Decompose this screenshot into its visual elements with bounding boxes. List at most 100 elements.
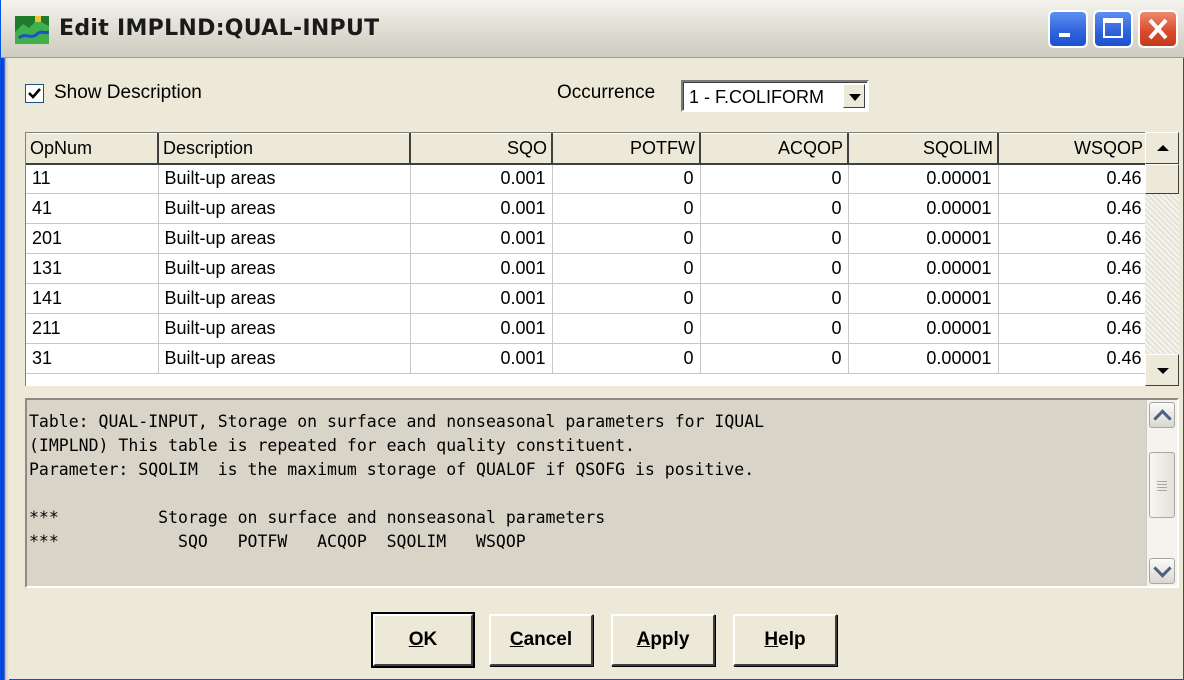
table-cell[interactable]: 0 (700, 253, 849, 284)
occurrence-value: 1 - F.COLIFORM (689, 87, 825, 107)
table-cell[interactable]: 0.001 (410, 343, 553, 374)
table-cell[interactable]: 0 (552, 343, 701, 374)
column-header[interactable]: WSQOP (998, 133, 1149, 165)
table-cell[interactable]: 0.00001 (848, 193, 999, 224)
table-cell[interactable]: 0.001 (410, 283, 553, 314)
window-left-border (1, 0, 9, 680)
table-cell[interactable]: Built-up areas (158, 223, 411, 254)
table-row: 141 Built-up areas 0.001 0 0 0.00001 0.4… (26, 283, 1149, 314)
table-cell[interactable]: Built-up areas (158, 163, 411, 194)
apply-button[interactable]: Apply (611, 614, 715, 666)
minimize-button[interactable] (1048, 10, 1088, 48)
table-cell[interactable]: 0.46 (998, 253, 1149, 284)
column-header[interactable]: SQO (410, 133, 553, 165)
table-cell[interactable]: 0.00001 (848, 343, 999, 374)
occurrence-dropdown[interactable]: 1 - F.COLIFORM (681, 80, 869, 112)
table-cell[interactable]: 0.001 (410, 223, 553, 254)
table-cell[interactable]: 0 (700, 313, 849, 344)
table-cell[interactable]: Built-up areas (158, 283, 411, 314)
scroll-thumb[interactable] (1149, 452, 1175, 518)
description-scrollbar[interactable] (1146, 400, 1177, 586)
table-cell[interactable]: 0 (700, 193, 849, 224)
table-cell[interactable]: 0.46 (998, 193, 1149, 224)
column-header[interactable]: SQOLIM (848, 133, 999, 165)
scroll-up-button[interactable] (1145, 132, 1179, 164)
edit-dialog-window: Edit IMPLND:QUAL-INPUT Show Description … (0, 0, 1184, 680)
table-cell[interactable]: Built-up areas (158, 343, 411, 374)
apply-mnemonic: A (636, 629, 651, 650)
table-cell[interactable]: 0.001 (410, 163, 553, 194)
table-cell[interactable]: 11 (26, 163, 159, 194)
table-cell[interactable]: 0 (552, 283, 701, 314)
table-cell[interactable]: 0 (700, 223, 849, 254)
table-cell[interactable]: 0.46 (998, 223, 1149, 254)
scroll-down-button[interactable] (1145, 354, 1179, 386)
table-cell[interactable]: 31 (26, 343, 159, 374)
ok-mnemonic: O (408, 629, 424, 650)
arrow-up-icon (1157, 145, 1169, 151)
minimize-icon (1059, 33, 1070, 37)
table-cell[interactable]: 0.00001 (848, 283, 999, 314)
table-cell[interactable]: Built-up areas (158, 313, 411, 344)
table-cell[interactable]: 0 (552, 313, 701, 344)
table-cell[interactable]: 0.00001 (848, 313, 999, 344)
table-cell[interactable]: Built-up areas (158, 253, 411, 284)
maximize-button[interactable] (1093, 10, 1133, 48)
description-text: Table: QUAL-INPUT, Storage on surface an… (29, 410, 764, 554)
table-cell[interactable]: 0.001 (410, 193, 553, 224)
checkmark-icon (28, 87, 41, 99)
table-cell[interactable]: 0.00001 (848, 223, 999, 254)
table-cell[interactable]: 0.001 (410, 253, 553, 284)
app-map-icon (15, 16, 49, 44)
table-cell[interactable]: 0 (700, 283, 849, 314)
table-cell[interactable]: 0 (700, 163, 849, 194)
table-cell[interactable]: 141 (26, 283, 159, 314)
table-cell[interactable]: 211 (26, 313, 159, 344)
table-cell[interactable]: 0.00001 (848, 253, 999, 284)
chevron-up-icon (1153, 409, 1172, 428)
close-button[interactable] (1138, 10, 1178, 48)
table-row: 11 Built-up areas 0.001 0 0 0.00001 0.46 (26, 163, 1149, 194)
grid-vertical-scrollbar[interactable] (1145, 132, 1179, 386)
table-cell[interactable]: 0 (552, 253, 701, 284)
scroll-down-button[interactable] (1149, 558, 1175, 584)
table-cell[interactable]: 0.46 (998, 343, 1149, 374)
table-row: 31 Built-up areas 0.001 0 0 0.00001 0.46 (26, 343, 1149, 374)
table-cell[interactable]: 41 (26, 193, 159, 224)
table-row: 211 Built-up areas 0.001 0 0 0.00001 0.4… (26, 313, 1149, 344)
help-button[interactable]: Help (733, 614, 837, 666)
show-description-checkbox[interactable] (25, 83, 44, 103)
table-cell[interactable]: 0 (552, 193, 701, 224)
description-line (29, 482, 764, 506)
table-cell[interactable]: 0 (552, 163, 701, 194)
help-label: elp (778, 629, 806, 650)
description-line: (IMPLND) This table is repeated for each… (29, 436, 635, 455)
description-textbox[interactable]: Table: QUAL-INPUT, Storage on surface an… (25, 398, 1179, 588)
ok-button[interactable]: OK (371, 612, 475, 668)
column-header[interactable]: Description (158, 133, 411, 165)
close-icon (1148, 18, 1168, 40)
table-cell[interactable]: 0.46 (998, 163, 1149, 194)
description-line: *** Storage on surface and nonseasonal p… (29, 508, 606, 527)
column-header[interactable]: ACQOP (700, 133, 849, 165)
table-cell[interactable]: Built-up areas (158, 193, 411, 224)
table-cell[interactable]: 0 (700, 343, 849, 374)
maximize-icon (1103, 18, 1123, 38)
table-cell[interactable]: 131 (26, 253, 159, 284)
title-bar[interactable]: Edit IMPLND:QUAL-INPUT (1, 0, 1184, 58)
table-cell[interactable]: 0.001 (410, 313, 553, 344)
show-description-option[interactable]: Show Description (25, 82, 202, 104)
scroll-thumb[interactable] (1145, 164, 1179, 194)
table-cell[interactable]: 201 (26, 223, 159, 254)
table-row: 201 Built-up areas 0.001 0 0 0.00001 0.4… (26, 223, 1149, 254)
table-cell[interactable]: 0.46 (998, 283, 1149, 314)
parameter-grid[interactable]: OpNum Description SQO POTFW ACQOP SQOLIM… (25, 132, 1175, 386)
table-cell[interactable]: 0.00001 (848, 163, 999, 194)
chevron-down-icon[interactable] (843, 84, 865, 108)
table-cell[interactable]: 0.46 (998, 313, 1149, 344)
column-header[interactable]: OpNum (26, 133, 159, 165)
cancel-button[interactable]: Cancel (489, 614, 593, 666)
column-header[interactable]: POTFW (552, 133, 701, 165)
table-cell[interactable]: 0 (552, 223, 701, 254)
scroll-up-button[interactable] (1149, 402, 1175, 428)
